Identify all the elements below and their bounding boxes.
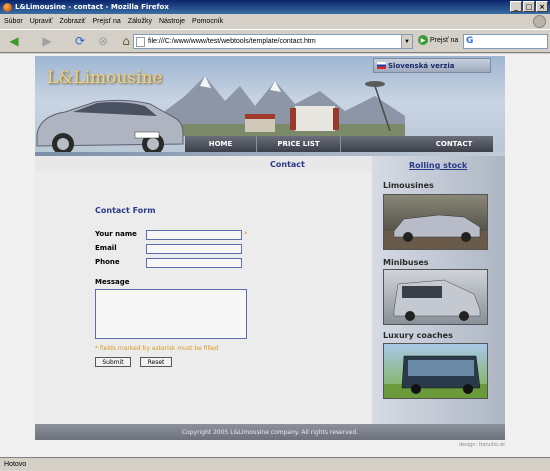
site-logo[interactable]: L&Limousine — [47, 68, 163, 88]
nav-home[interactable]: HOME — [185, 136, 257, 152]
message-field[interactable] — [95, 289, 247, 339]
google-icon: G — [466, 36, 474, 46]
coach-thumbnail-image — [384, 355, 487, 398]
language-label: Slovenská verzia — [388, 61, 455, 70]
name-field[interactable] — [146, 230, 242, 240]
submit-button[interactable]: Submit — [95, 357, 131, 367]
rolling-stock-link[interactable]: Rolling stock — [409, 161, 467, 170]
message-label: Message — [95, 278, 130, 286]
site-footer: Copyright 2005 L&Limousine company. All … — [35, 424, 505, 440]
copyright-text: Copyright 2005 L&Limousine company. All … — [181, 428, 359, 436]
url-bar[interactable]: file:///C:/www/www/test/webtools/templat… — [133, 34, 413, 49]
forward-arrow-icon: ▶ — [42, 34, 52, 48]
minibus-photo[interactable] — [383, 269, 488, 325]
language-switch[interactable]: Slovenská verzia — [373, 58, 491, 73]
limousine-photo[interactable] — [383, 194, 488, 250]
rolling-stock-sidebar: Rolling stock Limousines Minibuses Luxur… — [372, 156, 505, 424]
nav-price-list[interactable]: PRICE LIST — [257, 136, 341, 152]
navigation-toolbar: ◀ ▶ ⟳ ⊗ ⌂ file:///C:/www/www/test/webtoo… — [0, 29, 550, 53]
page-viewport: L&Limousine Slovenská verzia HOME PRICE … — [0, 54, 550, 457]
status-text: Hotovo — [4, 461, 27, 468]
section-title: Contact — [270, 160, 305, 169]
menu-view[interactable]: Zobraziť — [60, 18, 86, 25]
search-input[interactable]: G — [463, 34, 548, 49]
reload-button[interactable]: ⟳ — [70, 31, 90, 51]
phone-field[interactable] — [146, 258, 242, 268]
form-title: Contact Form — [95, 206, 156, 215]
go-arrow-icon: ▶ — [418, 35, 428, 45]
menu-help[interactable]: Pomocník — [192, 18, 223, 25]
website: L&Limousine Slovenská verzia HOME PRICE … — [35, 56, 505, 453]
stop-icon: ⊗ — [97, 34, 109, 48]
stop-button[interactable]: ⊗ — [93, 31, 113, 51]
category-luxury-coaches: Luxury coaches — [383, 331, 453, 340]
window-title: L&Limousine - contact - Mozilla Firefox — [15, 3, 169, 11]
go-button[interactable]: ▶ Prejsť na — [418, 35, 458, 45]
contact-form-area: Contact Form Your name * Email Phone Mes… — [35, 172, 372, 424]
category-limousines: Limousines — [383, 181, 434, 190]
slovak-flag-icon — [377, 62, 386, 69]
required-asterisk: * — [244, 230, 248, 238]
forward-button[interactable]: ▶ — [37, 31, 57, 51]
menu-edit[interactable]: Upraviť — [30, 18, 53, 25]
category-minibuses: Minibuses — [383, 258, 429, 267]
menu-tools[interactable]: Nástroje — [159, 18, 185, 25]
back-arrow-icon: ◀ — [9, 34, 19, 48]
home-icon: ⌂ — [122, 34, 130, 48]
minibus-thumbnail-image — [393, 279, 481, 321]
reset-button[interactable]: Reset — [140, 357, 172, 367]
limousine-car-image — [36, 99, 184, 155]
firefox-icon — [3, 2, 12, 12]
limousine-thumbnail-image — [384, 214, 487, 249]
menu-file[interactable]: Súbor — [4, 18, 23, 25]
title-bar: L&Limousine - contact - Mozilla Firefox … — [0, 0, 550, 14]
page-icon — [136, 37, 145, 47]
url-dropdown-icon[interactable]: ▼ — [401, 35, 412, 48]
back-button[interactable]: ◀ — [4, 31, 24, 51]
nav-contact[interactable]: CONTACT — [415, 136, 493, 152]
minimize-button[interactable]: _ — [510, 1, 522, 12]
menu-go[interactable]: Prejsť na — [93, 18, 121, 25]
email-field[interactable] — [146, 244, 242, 254]
url-text: file:///C:/www/www/test/webtools/templat… — [148, 38, 316, 45]
section-header: Contact — [35, 156, 372, 172]
design-credit[interactable]: design: ttstudio.sk — [459, 442, 505, 448]
maximize-button[interactable]: □ — [523, 1, 535, 12]
close-button[interactable]: × — [536, 1, 548, 12]
reload-icon: ⟳ — [74, 34, 86, 48]
site-header: L&Limousine Slovenská verzia HOME PRICE … — [35, 56, 505, 156]
email-label: Email — [95, 244, 117, 252]
window-controls: _ □ × — [510, 1, 548, 12]
phone-label: Phone — [95, 258, 120, 266]
menu-bar: Súbor Upraviť Zobraziť Prejsť na Záložky… — [0, 14, 550, 29]
required-note: * fields marked by asterisk must be fill… — [95, 345, 219, 352]
status-bar: Hotovo — [0, 457, 550, 471]
go-label: Prejsť na — [430, 36, 459, 44]
throbber-icon — [533, 15, 546, 28]
menu-bookmarks[interactable]: Záložky — [128, 18, 152, 25]
main-navigation: HOME PRICE LIST CONTACT — [185, 136, 493, 152]
name-label: Your name — [95, 230, 137, 238]
coach-photo[interactable] — [383, 343, 488, 399]
